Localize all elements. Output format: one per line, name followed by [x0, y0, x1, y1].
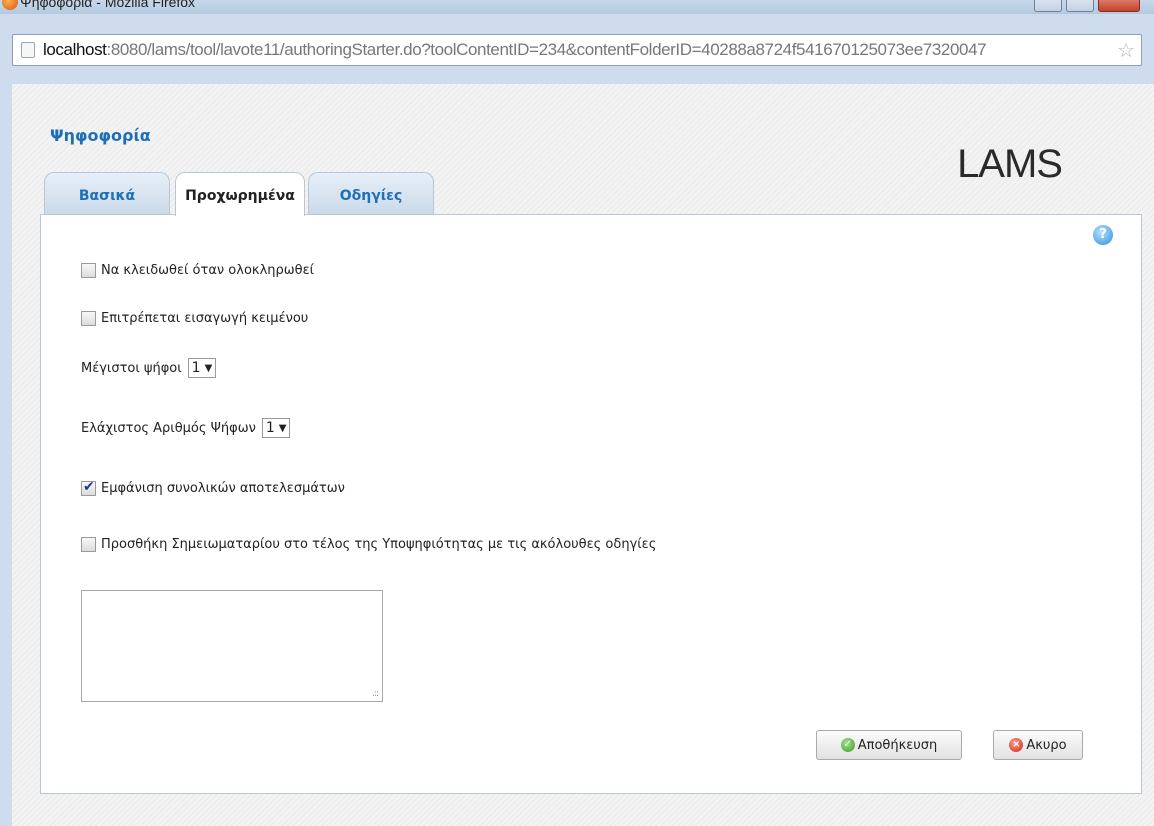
star-icon[interactable]: ☆	[1117, 38, 1135, 62]
min-votes-select[interactable]: 1 ▼	[261, 418, 291, 438]
lock-on-finish-checkbox[interactable]	[81, 263, 96, 278]
notebook-instructions-textarea[interactable]: .::	[81, 590, 383, 702]
checkmark-icon: ✓	[840, 738, 855, 752]
advanced-panel: ? Να κλειδωθεί όταν ολοκληρωθεί Επιτρέπε…	[40, 214, 1142, 794]
lock-on-finish-label: Να κλειδωθεί όταν ολοκληρωθεί	[101, 263, 315, 278]
allow-text-entry-checkbox[interactable]	[81, 311, 96, 326]
resize-grip-icon[interactable]: .::	[372, 689, 379, 699]
minimize-button[interactable]	[1034, 0, 1062, 12]
page-title: Ψηφοφορία	[50, 126, 151, 145]
help-icon[interactable]: ?	[1093, 225, 1113, 245]
close-icon: ×	[1009, 738, 1024, 752]
save-button[interactable]: ✓ Αποθήκευση	[816, 730, 962, 760]
maximize-button[interactable]	[1066, 0, 1094, 12]
add-notebook-checkbox[interactable]	[81, 537, 96, 552]
tab-instructions[interactable]: Οδηγίες	[308, 172, 434, 214]
add-notebook-label: Προσθήκη Σημειωματαρίου στο τέλος της Υπ…	[101, 537, 657, 552]
tab-basics[interactable]: Βασικά	[44, 172, 170, 214]
tab-advanced[interactable]: Προχωρημένα	[175, 172, 305, 216]
lams-logo: LAMS	[957, 142, 1063, 186]
cancel-button[interactable]: × Ακυρο	[993, 730, 1083, 760]
cancel-button-label: Ακυρο	[1026, 737, 1067, 753]
window-title: Ψηφοφορία - Mozilla Firefox	[20, 0, 196, 10]
max-votes-label: Μέγιστοι ψήφοι	[81, 360, 182, 376]
url-path: :8080/lams/tool/lavote11/authoringStarte…	[106, 40, 987, 59]
min-votes-value: 1	[265, 420, 275, 436]
option-lock-on-finish: Να κλειδωθεί όταν ολοκληρωθεί	[81, 263, 314, 278]
max-votes-value: 1	[191, 360, 201, 376]
url-host: localhost	[43, 40, 107, 59]
option-add-notebook: Προσθήκη Σημειωματαρίου στο τέλος της Υπ…	[81, 537, 656, 552]
chevron-down-icon: ▼	[204, 362, 213, 374]
option-show-results: Εμφάνιση συνολικών αποτελεσμάτων	[81, 479, 345, 496]
chevron-down-icon: ▼	[278, 422, 287, 434]
address-bar[interactable]: localhost:8080/lams/tool/lavote11/author…	[12, 34, 1142, 66]
option-max-votes: Μέγιστοι ψήφοι 1 ▼	[81, 358, 217, 378]
page-icon	[21, 42, 35, 58]
save-button-label: Αποθήκευση	[857, 737, 938, 753]
address-url[interactable]: localhost:8080/lams/tool/lavote11/author…	[43, 40, 987, 60]
show-results-checkbox[interactable]	[81, 479, 96, 496]
max-votes-select[interactable]: 1 ▼	[187, 358, 217, 378]
show-results-label: Εμφάνιση συνολικών αποτελεσμάτων	[101, 481, 345, 496]
window-controls	[1034, 0, 1140, 12]
allow-text-entry-label: Επιτρέπεται εισαγωγή κειμένου	[101, 311, 309, 326]
window-close-button[interactable]	[1098, 0, 1140, 12]
firefox-icon	[2, 0, 18, 10]
option-min-votes: Ελάχιστος Αριθμός Ψήφων 1 ▼	[81, 418, 291, 438]
min-votes-label: Ελάχιστος Αριθμός Ψήφων	[81, 420, 256, 436]
page-content: Ψηφοφορία LAMS Βασικά Προχωρημένα Οδηγίε…	[12, 84, 1154, 826]
window-titlebar: Ψηφοφορία - Mozilla Firefox	[0, 0, 1154, 14]
option-allow-text-entry: Επιτρέπεται εισαγωγή κειμένου	[81, 311, 308, 326]
